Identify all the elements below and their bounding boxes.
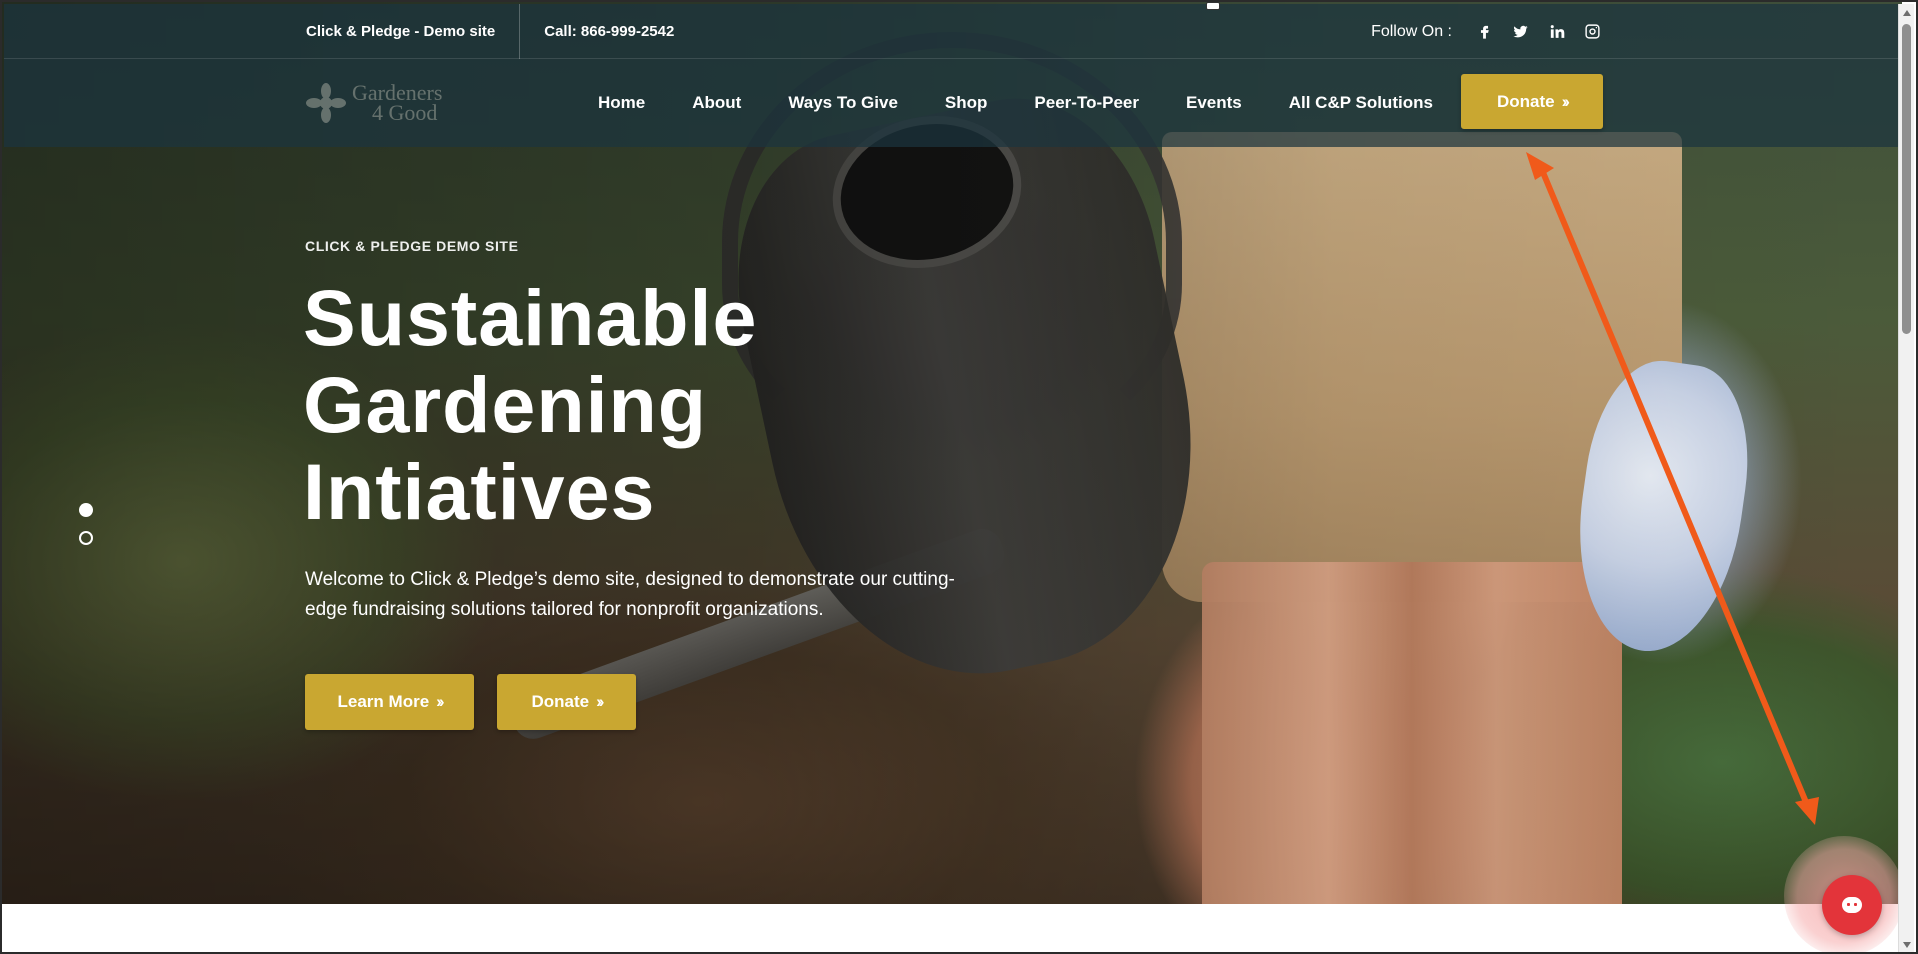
- logo-line-2: 4 Good: [372, 100, 438, 125]
- logo-leaf-icon: [306, 83, 346, 123]
- hero-eyebrow: CLICK & PLEDGE DEMO SITE: [305, 238, 519, 254]
- top-info-left: Click & Pledge - Demo site Call: 866-999…: [306, 4, 674, 59]
- hero-donate-button[interactable]: Donate ››: [497, 674, 636, 730]
- scroll-thumb[interactable]: [1902, 24, 1911, 334]
- nav-item-about[interactable]: About: [692, 93, 741, 113]
- nav-item-events[interactable]: Events: [1186, 93, 1242, 113]
- browser-viewport: Click & Pledge - Demo site Call: 866-999…: [0, 0, 1918, 954]
- top-info-bar: Click & Pledge - Demo site Call: 866-999…: [4, 4, 1902, 59]
- double-chevron-right-icon: ››: [436, 692, 445, 711]
- hero-title-line-3: Intiatives: [303, 447, 656, 536]
- twitter-icon[interactable]: [1510, 22, 1530, 42]
- chat-bot-icon: [1842, 897, 1862, 913]
- scroll-down-icon[interactable]: [1903, 942, 1911, 948]
- hero-title-line-1: Sustainable: [303, 273, 758, 362]
- nav-item-all-solutions[interactable]: All C&P Solutions: [1289, 93, 1433, 113]
- learn-more-button[interactable]: Learn More ››: [305, 674, 474, 730]
- learn-more-label: Learn More: [337, 692, 430, 711]
- instagram-icon[interactable]: [1582, 22, 1602, 42]
- nav-item-home[interactable]: Home: [598, 93, 645, 113]
- double-chevron-right-icon: ››: [1561, 91, 1571, 111]
- main-navbar: Gardeners 4 Good Home About Ways To Give…: [4, 59, 1902, 147]
- scroll-up-icon[interactable]: [1903, 10, 1911, 16]
- hero-title-line-2: Gardening: [303, 360, 708, 449]
- nav-donate-button[interactable]: Donate ››: [1461, 74, 1603, 129]
- site-logo[interactable]: Gardeners 4 Good: [306, 77, 442, 129]
- nav-item-peer-to-peer[interactable]: Peer-To-Peer: [1034, 93, 1139, 113]
- nav-item-shop[interactable]: Shop: [945, 93, 988, 113]
- follow-label: Follow On :: [1371, 22, 1452, 40]
- hero-donate-label: Donate: [531, 692, 590, 711]
- linkedin-icon[interactable]: [1546, 22, 1566, 42]
- hero-title: Sustainable Gardening Intiatives: [303, 274, 923, 535]
- hero-description: Welcome to Click & Pledge’s demo site, d…: [305, 569, 955, 620]
- logo-text: Gardeners 4 Good: [352, 82, 442, 125]
- nav-item-ways-to-give[interactable]: Ways To Give: [788, 93, 898, 113]
- double-chevron-right-icon: ››: [596, 692, 605, 711]
- chat-launcher-button[interactable]: [1822, 875, 1882, 935]
- nav-donate-label: Donate: [1497, 91, 1555, 111]
- page-scrollbar[interactable]: [1898, 4, 1914, 952]
- social-links: Follow On :: [1371, 4, 1602, 59]
- slider-dot-1-active[interactable]: [79, 503, 93, 517]
- site-name-text: Click & Pledge - Demo site: [306, 4, 521, 59]
- phone-link[interactable]: Call: 866-999-2542: [520, 4, 674, 59]
- slider-dot-2[interactable]: [79, 531, 93, 545]
- facebook-icon[interactable]: [1474, 22, 1494, 42]
- nav-menu: Home About Ways To Give Shop Peer-To-Pee…: [598, 59, 1433, 147]
- window-drag-handle[interactable]: [1206, 2, 1220, 10]
